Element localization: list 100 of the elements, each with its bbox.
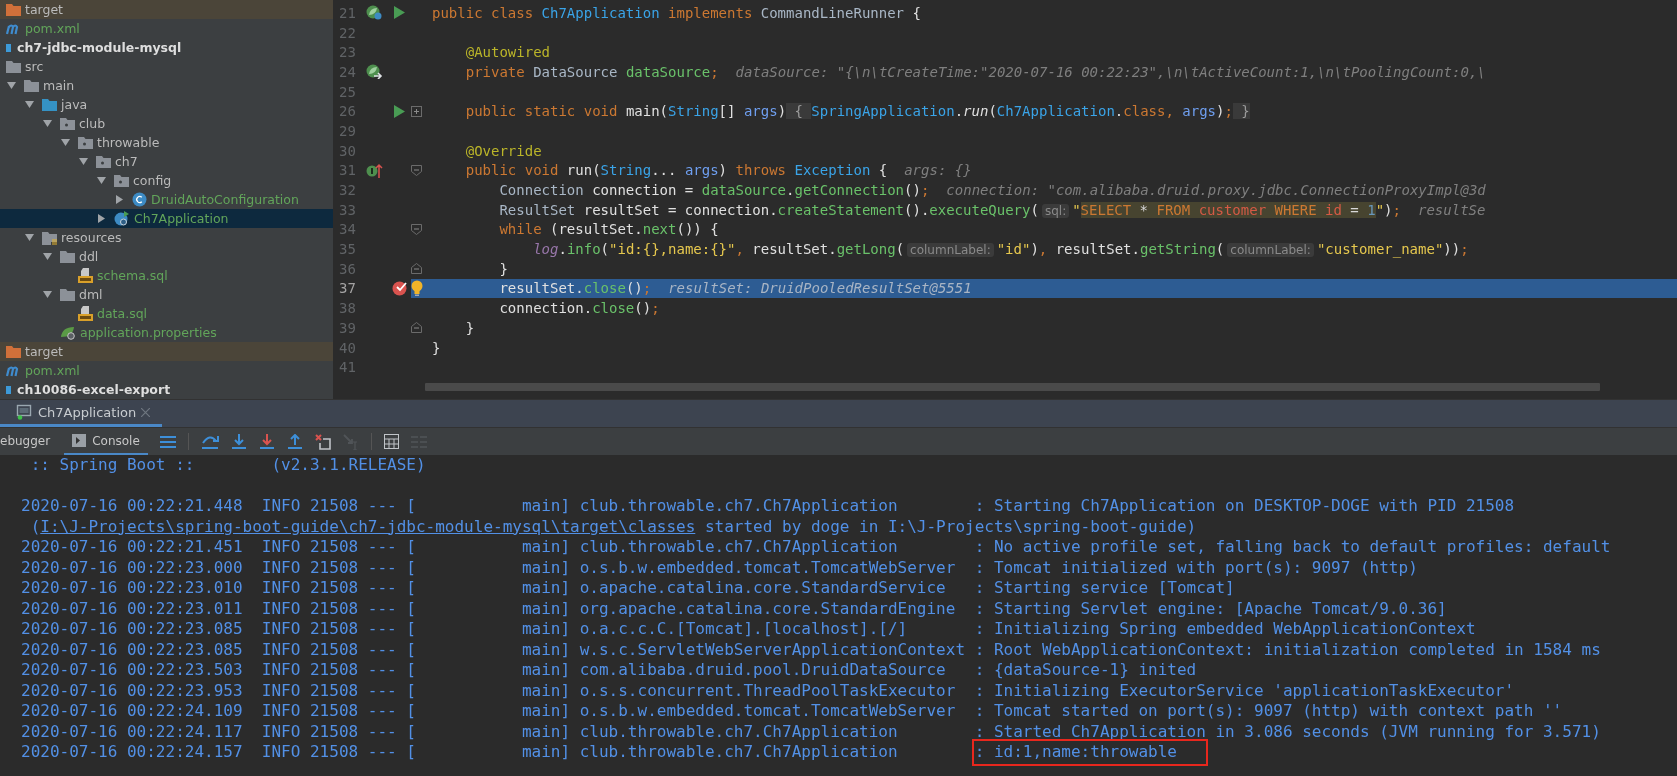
console-line: 2020-07-16 00:22:23.085 INFO 21508 --- [ main] o.a.c.c.C.[Tomcat].[localhost].[/] : Initializing Spring embedded WebApplicationContext [21, 619, 1477, 640]
triangle-right-icon[interactable] [97, 214, 106, 223]
code-line: private DataSource dataSource; [464, 63, 719, 80]
run-icon[interactable] [394, 6, 405, 20]
folder-icon [6, 60, 21, 73]
code-line: } [432, 339, 441, 356]
console-line: 2020-07-16 00:22:23.953 INFO 21508 --- [ main] o.s.s.concurrent.ThreadPoolTaskExecutor : Initializing ExecutorService 'applicationTaskExecutor' [21, 680, 1516, 701]
tree-item[interactable]: data.sql [0, 304, 333, 323]
triangle-down-icon[interactable] [43, 252, 52, 261]
code-line: @Autowired [464, 44, 550, 61]
folder-icon [60, 250, 75, 263]
tree-item[interactable]: target [0, 342, 333, 361]
breakpoint-icon[interactable] [391, 280, 408, 297]
line-number: 37 [338, 280, 357, 297]
console-line: 2020-07-16 00:22:24.157 INFO 21508 --- [ main] club.throwable.ch7.Ch7Application [21, 742, 899, 763]
code-line: log.info("id:{},name:{}", resultSet.getLong( columnLabel: "id"), resultSet.getString( columnLabel: "customer_name")); [532, 241, 1469, 258]
triangle-down-icon[interactable] [7, 81, 16, 90]
up-arrow-icon [286, 434, 303, 449]
fold-icon[interactable] [411, 322, 422, 334]
class-icon [132, 192, 147, 207]
fold-icon[interactable] [411, 263, 422, 275]
triangle-down-icon[interactable] [61, 138, 70, 147]
line-number: 31 [338, 162, 357, 179]
module-icon [6, 385, 11, 394]
tree-item[interactable]: pom.xml [0, 361, 333, 380]
triangle-down-icon[interactable] [43, 290, 52, 299]
triangle-right-icon[interactable] [115, 195, 124, 204]
code-line: resultSet.close(); [498, 280, 652, 297]
tree-item[interactable]: dml [0, 285, 333, 304]
tree-item[interactable]: pom.xml [0, 19, 333, 38]
folder-icon [6, 3, 21, 16]
debug-value: resultSe [1418, 201, 1486, 218]
panel-tab[interactable]: ebugger [0, 428, 59, 455]
fold-icon[interactable] [411, 164, 422, 176]
debug-value: dataSource: "{\n\tCreateTime:"2020-07-16 00:22:23",\n\tActiveCount:1,\n\tPoolingCount:0,\ [735, 63, 1486, 80]
triangle-down-icon[interactable] [79, 157, 88, 166]
line-number: 39 [338, 319, 357, 336]
debug-value: resultSet: DruidPooledResultSet@5551 [668, 280, 972, 297]
triangle-down-icon[interactable] [25, 233, 34, 242]
console-line: 2020-07-16 00:22:23.000 INFO 21508 --- [ main] o.s.b.w.embedded.tomcat.TomcatWebServer : Tomcat initialized with port(s): 9097 (http) [21, 557, 1419, 578]
folder-icon [60, 288, 75, 301]
line-number: 40 [338, 339, 357, 356]
line-number: 26 [338, 103, 357, 120]
tree-item[interactable]: ch10086-excel-export [0, 380, 333, 399]
tree-item[interactable]: application.properties [0, 323, 333, 342]
line-number: 24 [338, 63, 357, 80]
line-number: 30 [338, 142, 357, 159]
folder-icon [42, 98, 57, 111]
scrollbar[interactable] [425, 383, 1600, 392]
sql-file-icon [78, 306, 93, 321]
line-number: 22 [338, 24, 357, 41]
line-number: 35 [338, 241, 357, 258]
tree-item[interactable]: src [0, 57, 333, 76]
implements-icon[interactable] [366, 162, 383, 179]
bean-icon[interactable] [366, 5, 383, 21]
project-file-icon [6, 22, 21, 35]
code-line: public static void main(String[] args) { SpringApplication.run(Ch7Application.class, args); } [464, 103, 1250, 120]
code-line: @Override [464, 142, 542, 159]
console-line: 2020-07-16 00:22:23.503 INFO 21508 --- [ main] com.alibaba.druid.pool.DruidDataSource : {dataSource-1} inited [21, 660, 1198, 681]
code-line: ResultSet resultSet = connection.createStatement().executeQuery( sql: "SELECT * FROM customer WHERE id = 1"); [498, 201, 1401, 218]
leaf-gear-icon [60, 325, 76, 340]
line-number: 29 [338, 122, 357, 139]
console-line: 2020-07-16 00:22:24.117 INFO 21508 --- [ main] club.throwable.ch7.Ch7Application : Started Ch7Application in 3.086 seconds (JVM running for 3.571) [21, 721, 1602, 742]
triangle-down-icon[interactable] [97, 176, 106, 185]
tree-item[interactable]: resources [0, 228, 333, 247]
tree-item[interactable]: club [0, 114, 333, 133]
project-file-icon [6, 364, 21, 377]
code-line: public class Ch7Application implements CommandLineRunner { [432, 4, 921, 21]
lightbulb-icon[interactable] [411, 280, 423, 297]
tree-item[interactable]: ch7-jdbc-module-mysql [0, 38, 333, 57]
fold-icon[interactable] [411, 223, 422, 235]
tree-item[interactable]: DruidAutoConfiguration [0, 190, 333, 209]
package-icon [78, 136, 93, 149]
console-icon [72, 434, 87, 447]
debug-value: args: {} [904, 162, 972, 179]
folder-icon [24, 79, 39, 92]
menu-icon [159, 434, 176, 449]
drop-frame-icon [314, 433, 331, 450]
tree-item[interactable]: ch7 [0, 152, 333, 171]
file-path-link[interactable]: I:\J-Projects\spring-boot-guide\ch7-jdbc-module-mysql\target\classes [40, 516, 696, 537]
triangle-down-icon[interactable] [25, 100, 34, 109]
tree-item[interactable]: target [0, 0, 333, 19]
expand-icon[interactable] [411, 105, 422, 117]
tree-item[interactable]: Ch7Application [0, 209, 333, 228]
resources-folder-icon [42, 230, 57, 245]
run-icon[interactable] [394, 104, 405, 118]
triangle-down-icon[interactable] [43, 119, 52, 128]
highlighted-console-message: : id:1,name:throwable [974, 742, 1205, 763]
tree-item[interactable]: ddl [0, 247, 333, 266]
tree-item[interactable]: config [0, 171, 333, 190]
tree-item[interactable]: schema.sql [0, 266, 333, 285]
line-number: 41 [338, 359, 357, 376]
console-line: 2020-07-16 00:22:21.448 INFO 21508 --- [ main] club.throwable.ch7.Ch7Application : Starting Ch7Application on DESKTOP-DOGE with PID 21508 [21, 496, 1516, 517]
tree-item[interactable]: throwable [0, 133, 333, 152]
down-arrow-icon [258, 434, 275, 449]
class-icon [114, 211, 130, 226]
line-number: 33 [338, 201, 357, 218]
tree-item[interactable]: main [0, 76, 333, 95]
code-line: public void run(String... args) throws Exception { [464, 162, 888, 179]
tree-item[interactable]: java [0, 95, 333, 114]
